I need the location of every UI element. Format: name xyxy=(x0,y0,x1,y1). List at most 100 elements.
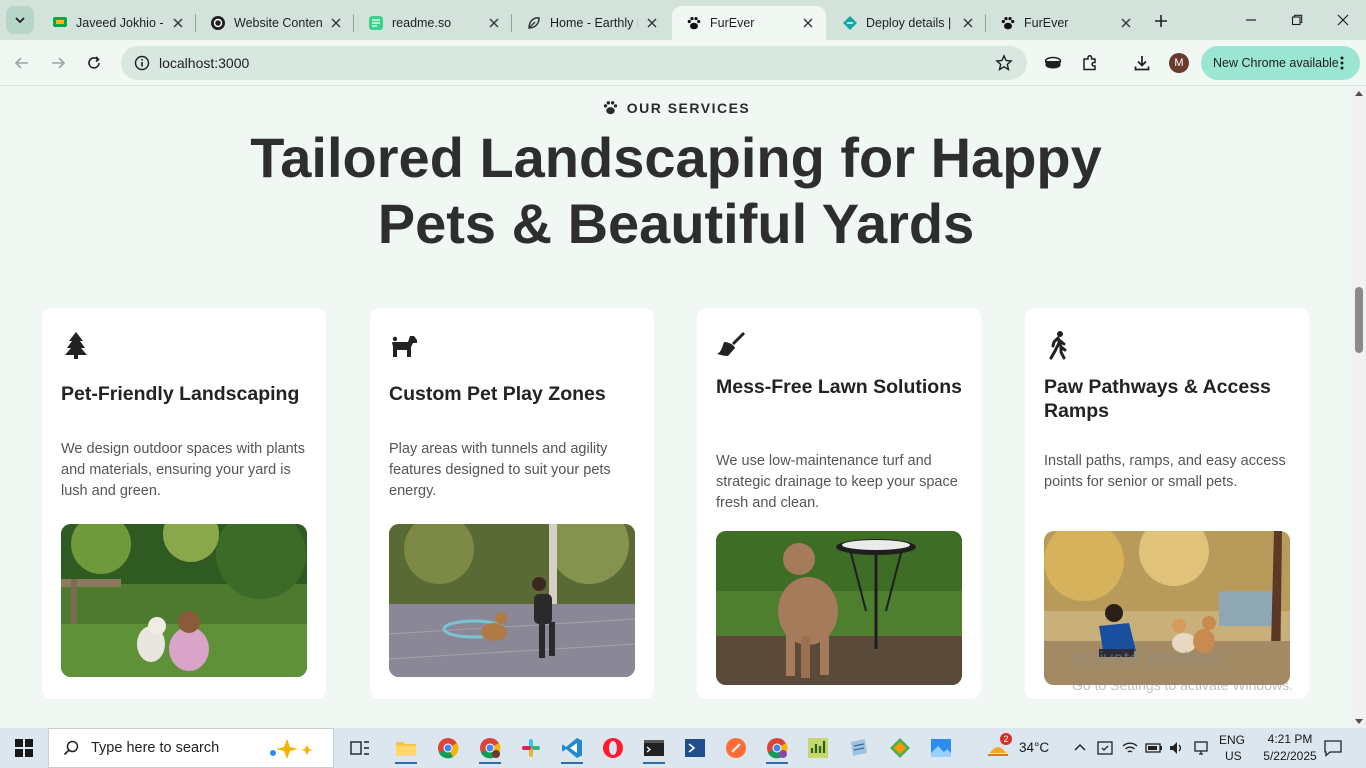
bookmark-star-icon[interactable] xyxy=(995,54,1013,72)
tab-title: Deploy details | xyxy=(866,16,952,30)
tab-title: FurEver xyxy=(1024,16,1069,30)
spreadsheet-app[interactable] xyxy=(801,732,835,764)
wifi-icon[interactable] xyxy=(1122,740,1138,756)
address-bar[interactable]: localhost:3000 xyxy=(121,46,1027,80)
security-icon[interactable] xyxy=(1097,740,1113,756)
profile-avatar[interactable]: M xyxy=(1169,53,1189,73)
close-icon[interactable] xyxy=(644,15,660,31)
reload-button[interactable] xyxy=(80,49,108,77)
forward-button[interactable] xyxy=(44,49,72,77)
service-card-landscaping[interactable]: Pet-Friendly Landscaping We design outdo… xyxy=(42,308,326,699)
language-primary[interactable]: ENG xyxy=(1219,733,1245,747)
chrome-icon xyxy=(438,738,459,759)
card-title: Custom Pet Play Zones xyxy=(389,383,606,405)
weather-icon[interactable]: 2 xyxy=(986,733,1012,759)
clock-date[interactable]: 5/22/2025 xyxy=(1254,749,1326,763)
card-image-poodle-birdbath xyxy=(716,531,962,685)
close-icon[interactable] xyxy=(486,15,502,31)
notes-app[interactable] xyxy=(842,732,876,764)
paw-icon xyxy=(603,101,617,115)
tab-strip: Javeed Jokhio - ( Website Content readme… xyxy=(0,0,1366,40)
notes-icon xyxy=(851,739,867,756)
opera-app[interactable] xyxy=(596,732,630,764)
clock-time[interactable]: 4:21 PM xyxy=(1260,732,1320,746)
search-icon xyxy=(63,740,79,756)
search-placeholder: Type here to search xyxy=(91,740,220,756)
chrome-profile-app[interactable] xyxy=(473,732,507,764)
tab-furever[interactable]: FurEver xyxy=(986,6,1144,40)
start-button[interactable] xyxy=(0,728,48,768)
weather-temp[interactable]: 34°C xyxy=(1019,740,1049,755)
tab-furever-active[interactable]: FurEver xyxy=(672,6,826,40)
close-icon[interactable] xyxy=(328,15,344,31)
photos-app[interactable] xyxy=(924,732,958,764)
card-image-girl-dog-garden xyxy=(61,524,307,677)
tab-earthly[interactable]: Home - Earthly D xyxy=(512,6,670,40)
scroll-up-arrow-icon[interactable] xyxy=(1355,90,1363,96)
extensions-button[interactable] xyxy=(1076,49,1104,77)
diamond-icon xyxy=(890,738,910,758)
taskbar-search[interactable]: Type here to search xyxy=(48,728,334,768)
tab-search-button[interactable] xyxy=(6,6,34,34)
close-window-button[interactable] xyxy=(1320,0,1366,40)
chart-icon xyxy=(808,738,828,758)
scroll-down-arrow-icon[interactable] xyxy=(1355,719,1363,725)
task-view-button[interactable] xyxy=(343,732,377,764)
url-text[interactable]: localhost:3000 xyxy=(159,55,249,71)
back-button[interactable] xyxy=(8,49,36,77)
vscode-icon xyxy=(562,738,582,758)
chrome-profile-2-app[interactable] xyxy=(760,732,794,764)
service-card-lawn-solutions[interactable]: Mess-Free Lawn Solutions We use low-main… xyxy=(697,308,981,699)
activate-windows-subtitle: Go to Settings to activate Windows. xyxy=(1072,677,1293,693)
terminal-icon xyxy=(644,740,664,756)
new-chrome-available-button[interactable]: New Chrome available xyxy=(1201,46,1360,80)
tab-title: FurEver xyxy=(710,16,755,30)
extension-puck-button[interactable] xyxy=(1039,49,1067,77)
battery-icon[interactable] xyxy=(1145,741,1163,755)
downloads-button[interactable] xyxy=(1128,49,1156,77)
minimize-button[interactable] xyxy=(1228,0,1274,40)
service-card-play-zones[interactable]: Custom Pet Play Zones Play areas with tu… xyxy=(370,308,654,699)
vscode-app[interactable] xyxy=(555,732,589,764)
update-label: New Chrome available xyxy=(1213,56,1339,70)
tab-deploy-details[interactable]: Deploy details | xyxy=(828,6,986,40)
postman-app[interactable] xyxy=(719,732,753,764)
more-vert-icon[interactable] xyxy=(1334,55,1350,71)
terminal-app[interactable] xyxy=(637,732,671,764)
arrow-left-icon xyxy=(14,57,28,69)
service-card-pathways[interactable]: Paw Pathways & Access Ramps Install path… xyxy=(1025,308,1309,699)
file-explorer-app[interactable] xyxy=(389,732,423,764)
chevron-down-icon xyxy=(15,17,25,24)
paw-icon xyxy=(686,15,702,31)
diamond-app[interactable] xyxy=(883,732,917,764)
close-icon[interactable] xyxy=(800,15,816,31)
minimize-icon xyxy=(1246,19,1256,21)
restore-button[interactable] xyxy=(1274,0,1320,40)
new-tab-button[interactable] xyxy=(1150,10,1172,32)
chrome-app[interactable] xyxy=(431,732,465,764)
card-image-woman-dog-hoop xyxy=(389,524,635,677)
info-icon[interactable] xyxy=(133,54,151,72)
tab-title: readme.so xyxy=(392,16,452,30)
volume-icon[interactable] xyxy=(1168,740,1184,756)
tab-website-content[interactable]: Website Content xyxy=(196,6,354,40)
console-icon xyxy=(685,739,705,757)
card-title: Pet-Friendly Landscaping xyxy=(61,383,300,405)
display-icon[interactable] xyxy=(1193,740,1209,756)
terminal-alt-app[interactable] xyxy=(678,732,712,764)
tab-readme[interactable]: readme.so xyxy=(354,6,512,40)
opera-icon xyxy=(603,738,623,758)
slack-app[interactable] xyxy=(514,732,548,764)
chevron-up-icon[interactable] xyxy=(1073,742,1087,752)
language-secondary[interactable]: US xyxy=(1225,749,1242,763)
tab-javeed[interactable]: Javeed Jokhio - ( xyxy=(38,6,196,40)
page-scrollbar[interactable] xyxy=(1352,87,1366,728)
close-icon[interactable] xyxy=(960,15,976,31)
close-icon[interactable] xyxy=(170,15,186,31)
page-viewport: OUR SERVICES Tailored Landscaping for Ha… xyxy=(0,87,1352,728)
scrollbar-thumb[interactable] xyxy=(1355,287,1363,353)
notifications-icon[interactable] xyxy=(1324,739,1342,757)
tab-title: Home - Earthly D xyxy=(550,16,638,30)
close-icon[interactable] xyxy=(1118,15,1134,31)
weather-badge: 2 xyxy=(1000,733,1012,745)
